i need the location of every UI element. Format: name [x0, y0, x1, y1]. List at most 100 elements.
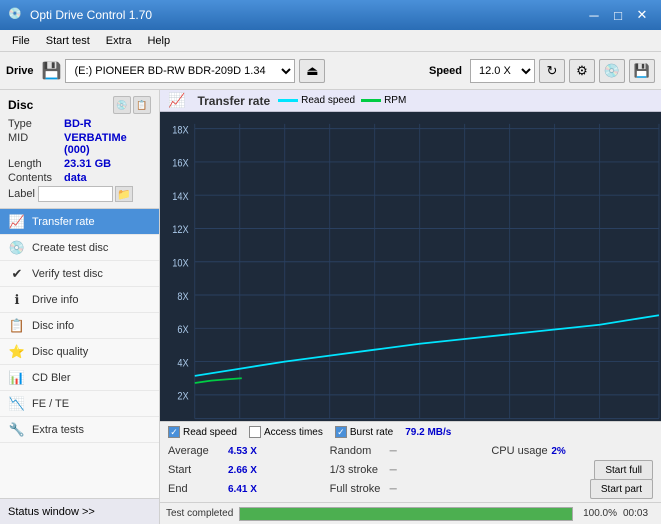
- svg-text:14X: 14X: [172, 191, 189, 203]
- app-icon: 💿: [8, 7, 24, 23]
- label-key: Label: [8, 188, 38, 200]
- read-speed-legend-label: Read speed: [301, 95, 355, 106]
- close-button[interactable]: ✕: [631, 4, 653, 26]
- drive-label: Drive: [6, 65, 34, 77]
- drive-icon: 💾: [42, 61, 62, 81]
- rpm-legend-label: RPM: [384, 95, 406, 106]
- svg-text:4X: 4X: [177, 358, 189, 370]
- svg-text:18X: 18X: [172, 125, 189, 137]
- menu-help[interactable]: Help: [139, 33, 178, 49]
- start-key: Start: [168, 464, 228, 476]
- full-stroke-val: ─: [390, 484, 420, 495]
- full-stroke-key: Full stroke: [330, 483, 390, 495]
- average-row: Average 4.53 X: [168, 442, 330, 460]
- sidebar-item-drive-info[interactable]: ℹ Drive info: [0, 287, 159, 313]
- progress-bar: [239, 507, 573, 521]
- cd-bler-icon: 📊: [8, 369, 26, 387]
- random-val: ─: [390, 446, 420, 457]
- verify-test-disc-icon: ✔: [8, 265, 26, 283]
- progress-time: 00:03: [623, 508, 655, 519]
- start-part-button[interactable]: Start part: [590, 479, 653, 499]
- 1-3-stroke-val: ─: [390, 465, 420, 476]
- burst-rate-checkbox[interactable]: ✓: [335, 426, 347, 438]
- cd-bler-label: CD Bler: [32, 372, 71, 384]
- start-row: Start 2.66 X: [168, 461, 330, 479]
- end-row: End 6.41 X: [168, 480, 330, 498]
- eject-button[interactable]: ⏏: [299, 59, 325, 83]
- transfer-rate-icon: 📈: [8, 213, 26, 231]
- stats-area: ✓ Read speed Access times ✓ Burst rate 7…: [160, 421, 661, 502]
- drive-select[interactable]: (E:) PIONEER BD-RW BDR-209D 1.34: [65, 59, 295, 83]
- chart-svg: 18X 16X 14X 12X 10X 8X 6X 4X 2X: [160, 112, 661, 421]
- read-speed-checkbox[interactable]: ✓: [168, 426, 180, 438]
- disc-quality-icon: ⭐: [8, 343, 26, 361]
- fe-te-label: FE / TE: [32, 398, 69, 410]
- drive-info-icon: ℹ: [8, 291, 26, 309]
- disc-info-label: Disc info: [32, 320, 74, 332]
- rpm-legend-color: [361, 99, 381, 102]
- sidebar-item-disc-info[interactable]: 📋 Disc info: [0, 313, 159, 339]
- transfer-rate-label: Transfer rate: [32, 216, 95, 228]
- start-part-row: Start part: [491, 480, 653, 498]
- app-title: Opti Drive Control 1.70: [30, 8, 581, 22]
- progress-area: Test completed 100.0% 00:03: [160, 502, 661, 524]
- menu-extra[interactable]: Extra: [98, 33, 140, 49]
- menu-start-test[interactable]: Start test: [38, 33, 98, 49]
- chart-title: Transfer rate: [197, 94, 270, 108]
- create-test-disc-icon: 💿: [8, 239, 26, 257]
- disc-panel: Disc 💿 📋 Type BD-R MID VERBATIMe (000) L…: [0, 90, 159, 209]
- status-window-label: Status window >>: [8, 506, 95, 518]
- read-speed-check[interactable]: ✓ Read speed: [168, 426, 237, 438]
- progress-percent: 100.0%: [579, 508, 617, 519]
- sidebar-item-fe-te[interactable]: 📉 FE / TE: [0, 391, 159, 417]
- 1-3-stroke-key: 1/3 stroke: [330, 464, 390, 476]
- type-val: BD-R: [64, 118, 92, 130]
- start-full-button[interactable]: Start full: [594, 460, 653, 480]
- label-input[interactable]: [38, 186, 113, 202]
- full-stroke-row: Full stroke ─: [330, 480, 492, 498]
- menubar: File Start test Extra Help: [0, 30, 661, 52]
- status-window-button[interactable]: Status window >>: [0, 498, 159, 524]
- sidebar-item-extra-tests[interactable]: 🔧 Extra tests: [0, 417, 159, 443]
- end-key: End: [168, 483, 228, 495]
- disc-icon-btn-1[interactable]: 💿: [113, 96, 131, 114]
- contents-val: data: [64, 172, 87, 184]
- sidebar-item-cd-bler[interactable]: 📊 CD Bler: [0, 365, 159, 391]
- cpu-usage-key: CPU usage: [491, 445, 551, 457]
- nav-items: 📈 Transfer rate 💿 Create test disc ✔ Ver…: [0, 209, 159, 498]
- content-area: 📈 Transfer rate Read speed RPM 18X: [160, 90, 661, 524]
- status-text: Test completed: [166, 508, 233, 519]
- contents-key: Contents: [8, 172, 64, 184]
- drive-info-label: Drive info: [32, 294, 78, 306]
- access-times-check[interactable]: Access times: [249, 426, 323, 438]
- cpu-usage-row: CPU usage 2%: [491, 442, 653, 460]
- sidebar-item-transfer-rate[interactable]: 📈 Transfer rate: [0, 209, 159, 235]
- settings-button[interactable]: ⚙: [569, 59, 595, 83]
- sidebar-item-disc-quality[interactable]: ⭐ Disc quality: [0, 339, 159, 365]
- disc-info-icon: 📋: [8, 317, 26, 335]
- burst-rate-check[interactable]: ✓ Burst rate: [335, 426, 393, 438]
- access-times-legend: Access times: [264, 427, 323, 438]
- average-key: Average: [168, 445, 228, 457]
- speed-select[interactable]: 12.0 X ↓: [470, 59, 535, 83]
- access-times-checkbox[interactable]: [249, 426, 261, 438]
- disc-button[interactable]: 💿: [599, 59, 625, 83]
- chart-legend: Read speed RPM: [278, 95, 406, 106]
- mid-val: VERBATIMe (000): [64, 132, 151, 156]
- disc-icon-btn-2[interactable]: 📋: [133, 96, 151, 114]
- sidebar-item-verify-test-disc[interactable]: ✔ Verify test disc: [0, 261, 159, 287]
- progress-bar-fill: [240, 508, 572, 520]
- svg-text:10X: 10X: [172, 258, 189, 270]
- svg-text:12X: 12X: [172, 225, 189, 237]
- burst-rate-value: 79.2 MB/s: [405, 427, 451, 438]
- maximize-button[interactable]: □: [607, 4, 629, 26]
- end-val: 6.41 X: [228, 484, 273, 495]
- read-speed-legend: Read speed: [183, 427, 237, 438]
- label-browse-btn[interactable]: 📁: [115, 186, 133, 202]
- sidebar-item-create-test-disc[interactable]: 💿 Create test disc: [0, 235, 159, 261]
- type-key: Type: [8, 118, 64, 130]
- menu-file[interactable]: File: [4, 33, 38, 49]
- minimize-button[interactable]: ─: [583, 4, 605, 26]
- refresh-button[interactable]: ↻: [539, 59, 565, 83]
- save-button[interactable]: 💾: [629, 59, 655, 83]
